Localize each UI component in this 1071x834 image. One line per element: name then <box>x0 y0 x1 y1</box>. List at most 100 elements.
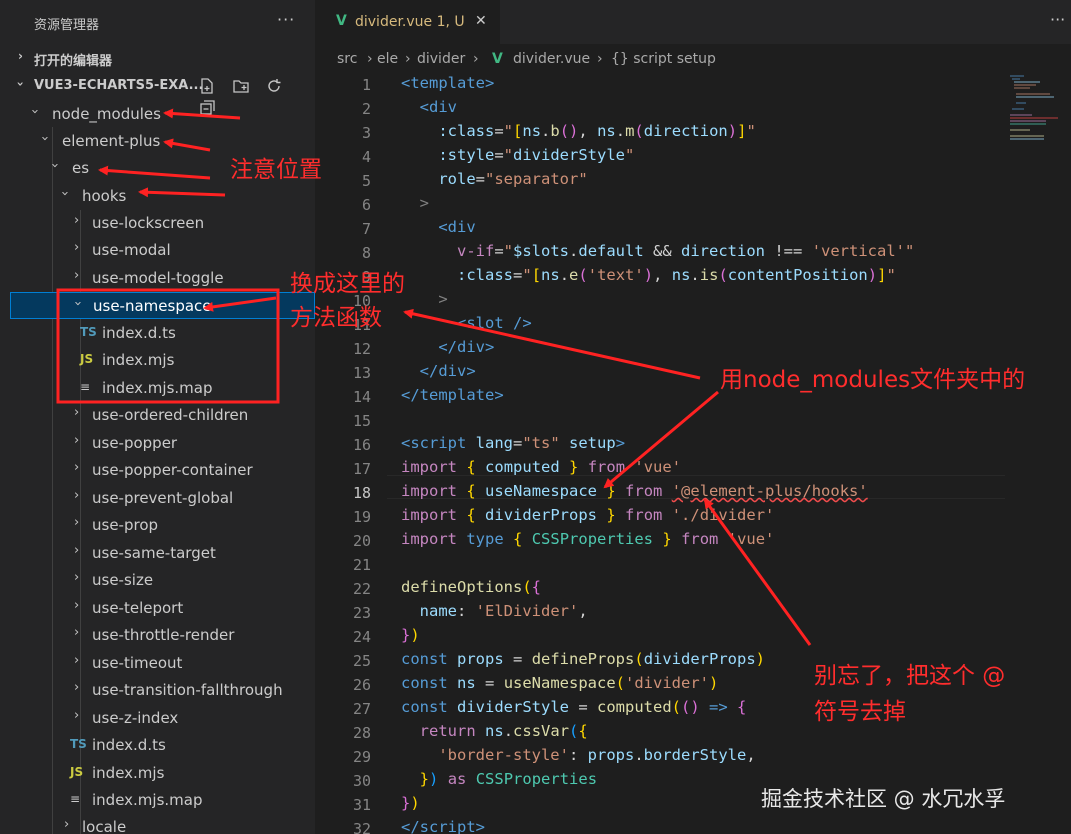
typescript-file-icon: TS <box>80 325 97 339</box>
chevron-down-icon: › <box>37 135 53 142</box>
line-number: 29 <box>352 748 371 766</box>
line-number: 21 <box>352 556 371 574</box>
tree-folder-use-model-toggle[interactable]: › use-model-toggle <box>0 265 315 292</box>
tree-item-label: index.d.ts <box>102 324 176 342</box>
tree-folder-use-prevent-global[interactable]: › use-prevent-global <box>0 485 315 512</box>
tree-folder-use-ordered-children[interactable]: › use-ordered-children <box>0 402 315 429</box>
line-number: 32 <box>352 820 371 834</box>
project-section[interactable]: › VUE3-ECHARTS5-EXA... <box>0 73 315 115</box>
tree-folder-use-prop[interactable]: › use-prop <box>0 512 315 539</box>
code-line-17: import { computed } from 'vue' <box>401 458 682 476</box>
tree-item-label: use-namespace <box>93 297 212 315</box>
tree-item-label: index.mjs.map <box>102 379 213 397</box>
tree-folder-use-namespace[interactable]: › use-namespace <box>10 292 315 319</box>
tree-item-label: use-prop <box>92 516 159 534</box>
open-editors-section[interactable]: › 打开的编辑器 <box>0 45 315 71</box>
line-number: 16 <box>352 436 371 454</box>
tree-folder-use-modal[interactable]: › use-modal <box>0 237 315 264</box>
map-file-icon: ≡ <box>70 792 81 806</box>
line-number: 20 <box>352 532 371 550</box>
tree-file-index-d-ts[interactable]: TS index.d.ts <box>0 320 315 347</box>
tab-divider-vue[interactable]: V divider.vue 1, U ✕ <box>315 0 500 44</box>
breadcrumb-item-src[interactable]: src <box>337 51 357 67</box>
chevron-right-icon: › <box>74 515 80 530</box>
annotation-replace-2: 方法函数 <box>290 305 382 331</box>
breadcrumb-separator: › <box>405 51 411 67</box>
annotation-use-node-modules: 用node_modules文件夹中的 <box>720 367 1026 393</box>
vue-file-icon: V <box>492 51 503 67</box>
line-number: 19 <box>352 508 371 526</box>
line-number: 4 <box>361 148 371 166</box>
breadcrumb-item-divider[interactable]: divider <box>417 51 465 67</box>
tree-folder-node_modules[interactable]: › node_modules <box>0 101 315 128</box>
annotation-dont-forget-1: 别忘了，把这个 @ <box>814 663 1006 689</box>
code-line-28: return ns.cssVar({ <box>419 722 588 740</box>
tree-item-label: use-same-target <box>92 544 216 562</box>
code-line-8: v-if="$slots.default && direction !== 'v… <box>457 242 915 260</box>
chevron-down-icon: › <box>70 300 86 307</box>
new-file-icon[interactable] <box>198 77 216 95</box>
tree-folder-use-lockscreen[interactable]: › use-lockscreen <box>0 210 315 237</box>
code-line-10: > <box>438 290 448 308</box>
tree-file-index-mjs[interactable]: JS index.mjs <box>0 760 315 787</box>
typescript-file-icon: TS <box>70 737 87 751</box>
code-editor[interactable]: 1 2 3 4 5 6 7 8 9 10 11 12 13 14 15 16 17 18 19 20 21 22 23 24 2… <box>315 74 1071 834</box>
tree-folder-use-throttle-render[interactable]: › use-throttle-render <box>0 622 315 649</box>
tree-item-label: es <box>72 159 90 177</box>
code-line-7: <div <box>438 218 476 236</box>
tree-item-label: use-size <box>92 571 154 589</box>
line-number: 6 <box>361 196 371 214</box>
code-line-23: name: 'ElDivider', <box>419 602 588 620</box>
tree-folder-locale[interactable]: › locale <box>0 814 315 834</box>
close-icon[interactable]: ✕ <box>475 13 487 29</box>
tree-folder-use-z-index[interactable]: › use-z-index <box>0 705 315 732</box>
tree-folder-use-popper-container[interactable]: › use-popper-container <box>0 457 315 484</box>
line-number: 17 <box>352 460 371 478</box>
tree-item-label: use-ordered-children <box>92 406 249 424</box>
tree-item-label: index.mjs <box>92 764 165 782</box>
code-line-27: const dividerStyle = computed(() => { <box>401 698 747 716</box>
breadcrumb-item-script-setup[interactable]: {} script setup <box>611 51 716 67</box>
chevron-right-icon: › <box>74 598 80 613</box>
tree-file-index-mjs-map[interactable]: ≡ index.mjs.map <box>0 787 315 814</box>
tree-file-index-mjs[interactable]: JS index.mjs <box>0 347 315 374</box>
code-line-20: import type { CSSProperties } from 'vue' <box>401 530 775 548</box>
breadcrumb-separator: › <box>367 51 373 67</box>
chevron-right-icon: › <box>74 680 80 695</box>
chevron-right-icon: › <box>18 49 23 63</box>
tree-item-label: use-lockscreen <box>92 214 205 232</box>
tree-folder-use-same-target[interactable]: › use-same-target <box>0 540 315 567</box>
tree-folder-use-size[interactable]: › use-size <box>0 567 315 594</box>
tab-bar: V divider.vue 1, U ✕ ··· <box>315 0 1071 44</box>
more-actions-icon[interactable]: ··· <box>1050 10 1065 29</box>
tree-item-label: index.mjs <box>102 351 175 369</box>
minimap[interactable] <box>1010 74 1070 144</box>
code-line-13: </div> <box>419 362 476 380</box>
more-actions-icon[interactable]: ··· <box>277 10 295 29</box>
tree-folder-use-teleport[interactable]: › use-teleport <box>0 595 315 622</box>
breadcrumb-separator: › <box>597 51 603 67</box>
tree-folder-hooks[interactable]: › hooks <box>0 183 315 210</box>
tree-item-label: use-popper <box>92 434 178 452</box>
new-folder-icon[interactable] <box>232 77 250 95</box>
tree-item-label: use-popper-container <box>92 461 253 479</box>
tree-folder-use-popper[interactable]: › use-popper <box>0 430 315 457</box>
code-line-1: <template> <box>401 74 495 92</box>
line-number: 27 <box>352 700 371 718</box>
breadcrumb-item-ele[interactable]: ele <box>377 51 398 67</box>
tree-folder-use-transition-fallthrough[interactable]: › use-transition-fallthrough <box>0 677 315 704</box>
chevron-right-icon: › <box>74 625 80 640</box>
code-line-29: 'border-style': props.borderStyle, <box>438 746 756 764</box>
tree-file-index-mjs-map[interactable]: ≡ index.mjs.map <box>0 375 315 402</box>
explorer-sidebar: 资源管理器 ··· › 打开的编辑器 › VUE3-ECHARTS5-EXA..… <box>0 0 315 834</box>
javascript-file-icon: JS <box>70 765 84 779</box>
tree-file-index-d-ts[interactable]: TS index.d.ts <box>0 732 315 759</box>
map-file-icon: ≡ <box>80 380 91 394</box>
code-line-31: }) <box>401 794 420 812</box>
refresh-icon[interactable] <box>265 77 283 95</box>
tree-item-label: use-prevent-global <box>92 489 234 507</box>
breadcrumb-item-file[interactable]: divider.vue <box>513 51 590 67</box>
tree-folder-use-timeout[interactable]: › use-timeout <box>0 650 315 677</box>
tree-item-label: use-timeout <box>92 654 183 672</box>
code-line-14: </template> <box>401 386 504 404</box>
